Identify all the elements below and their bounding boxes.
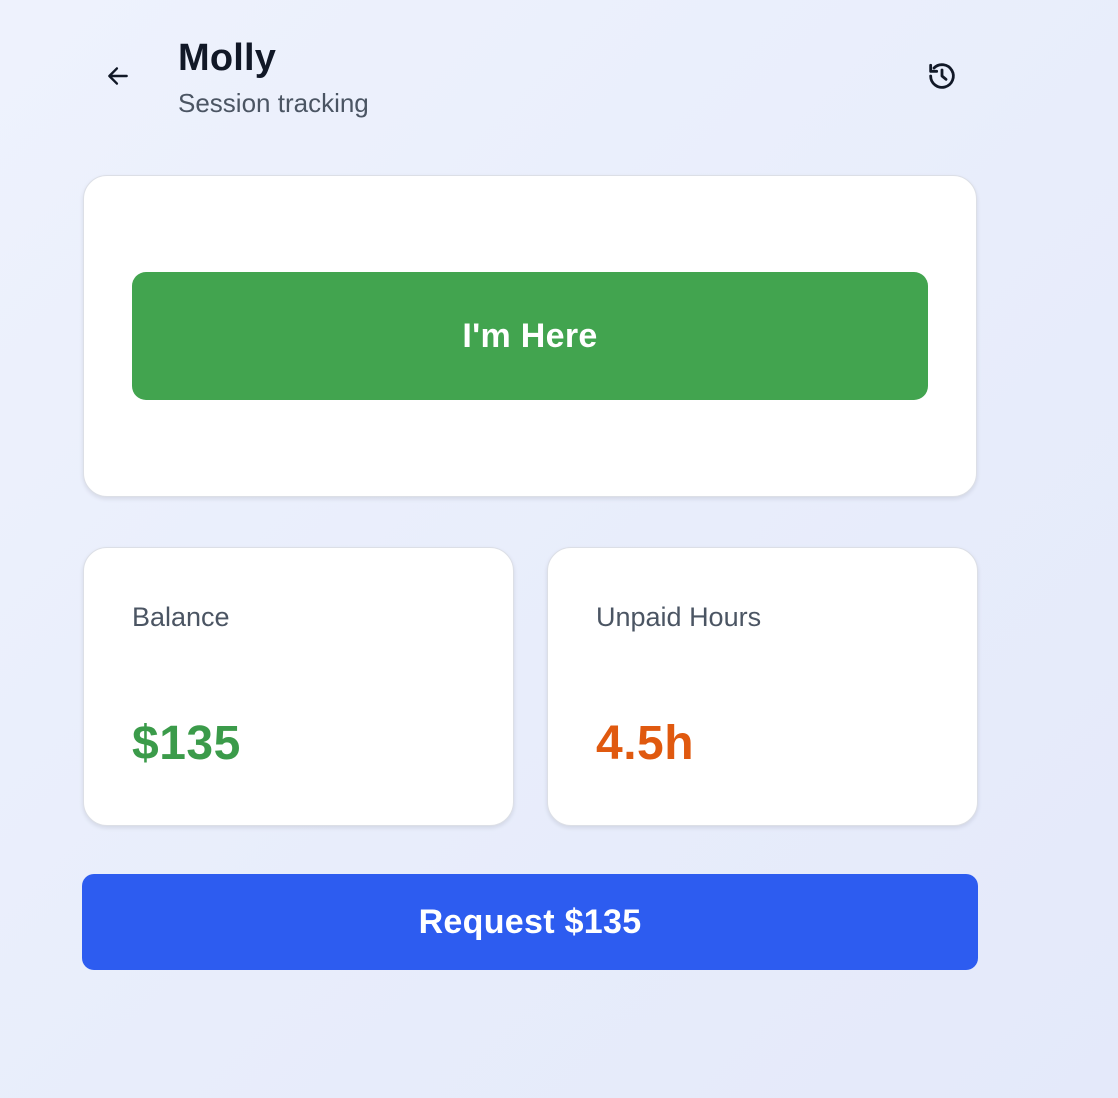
unpaid-hours-label: Unpaid Hours: [596, 602, 762, 632]
history-button[interactable]: [920, 60, 964, 96]
im-here-button[interactable]: I'm Here: [132, 272, 928, 400]
request-payment-button[interactable]: Request $135: [82, 874, 978, 970]
history-icon: [926, 60, 958, 97]
arrow-left-icon: [105, 63, 131, 94]
unpaid-hours-card: Unpaid Hours 4.5h: [547, 547, 978, 826]
balance-value: $135: [132, 717, 241, 770]
balance-card: Balance $135: [83, 547, 514, 826]
balance-label: Balance: [132, 602, 230, 632]
checkin-card: I'm Here: [83, 175, 977, 497]
page-title: Molly: [178, 37, 277, 79]
title-block: Molly Session tracking: [178, 36, 369, 118]
page-header: Molly Session tracking: [82, 30, 978, 130]
back-button[interactable]: [96, 60, 140, 96]
unpaid-hours-value: 4.5h: [596, 717, 695, 770]
page-subtitle: Session tracking: [178, 88, 369, 118]
